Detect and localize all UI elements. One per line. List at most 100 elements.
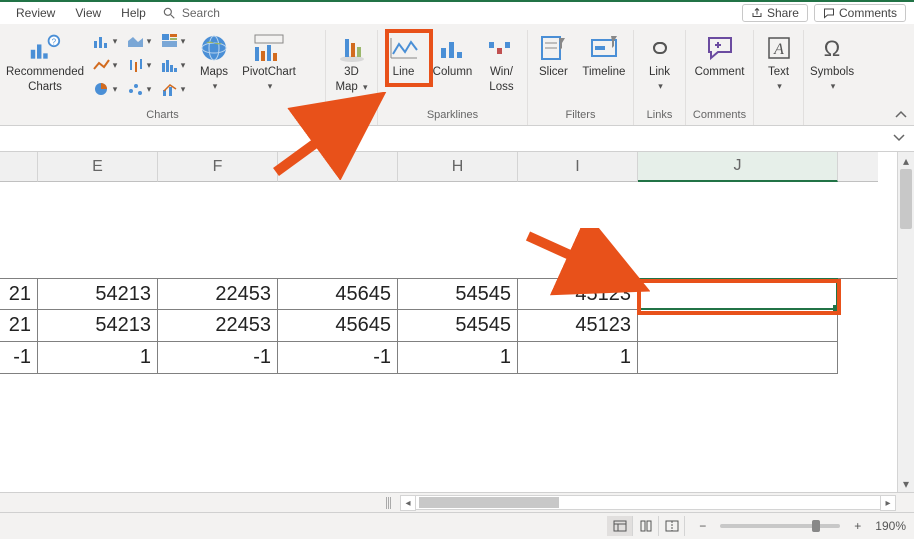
cell[interactable] [838,342,878,374]
view-buttons [607,516,685,536]
chart-pie-button[interactable]: ▾ [90,78,120,100]
empty-row [0,246,914,278]
collapse-ribbon-button[interactable] [894,109,908,121]
chart-bar-button[interactable]: ▾ [90,30,120,52]
cell[interactable]: 45123 [518,279,638,310]
chart-gallery-col1: ▾ ▾ ▾ [90,30,120,100]
link-icon [644,32,676,64]
chart-combo-button[interactable]: ▾ [158,78,188,100]
cell[interactable]: -1 [158,342,278,374]
column-headers: E F G H I J [0,152,914,182]
worksheet-grid[interactable]: E F G H I J [0,152,914,492]
chart-gallery-col3: ▾ ▾ ▾ [158,30,188,100]
slicer-icon [537,32,569,64]
cell[interactable] [838,279,878,310]
pivotchart-button[interactable]: PivotChart ▾ [240,30,298,94]
tab-help[interactable]: Help [111,3,156,23]
tab-review[interactable]: Review [6,3,65,23]
cell[interactable]: 22453 [158,310,278,342]
zoom-in-button[interactable]: + [850,519,865,533]
cell[interactable] [638,342,838,374]
chart-area-button[interactable]: ▾ [124,30,154,52]
cell[interactable]: 21 [0,279,38,310]
recommended-charts-button[interactable]: ? Recommended Charts [4,30,86,96]
cell[interactable]: 45645 [278,310,398,342]
empty-row [0,214,914,246]
hscroll-right-button[interactable]: ▸ [880,495,896,511]
symbols-label: Symbols [810,66,854,79]
col-header-F[interactable]: F [158,152,278,182]
zoom-slider[interactable] [720,524,840,528]
pivotchart-icon [253,32,285,64]
sparkline-column-button[interactable]: Column [429,30,476,81]
comments-button[interactable]: Comments [814,4,906,22]
sparkline-line-button[interactable]: Line [382,30,425,81]
cell[interactable]: 54545 [398,279,518,310]
cell[interactable]: 1 [518,342,638,374]
3d-map-button[interactable]: 3D Map ▾ [330,30,373,96]
zoom-level[interactable]: 190% [875,519,906,533]
hscroll-track[interactable] [400,495,896,510]
cell[interactable]: 54545 [398,310,518,342]
chart-hierarchy-button[interactable]: ▾ [158,30,188,52]
chart-scatter-button[interactable]: ▾ [124,78,154,100]
chart-histogram-button[interactable]: ▾ [158,54,188,76]
horizontal-scrollbar[interactable]: ◂ ▸ [0,492,914,512]
tab-view[interactable]: View [65,3,111,23]
view-page-layout-button[interactable] [633,516,659,536]
view-page-break-button[interactable] [659,516,685,536]
scroll-thumb[interactable] [900,169,912,229]
cell-selected[interactable] [638,279,838,310]
zoom-slider-knob[interactable] [812,520,820,532]
search-box[interactable]: Search [156,6,220,20]
col-header-J[interactable]: J [638,152,838,182]
cell[interactable]: 22453 [158,279,278,310]
cell[interactable]: 1 [38,342,158,374]
col-header-E[interactable]: E [38,152,158,182]
cell[interactable]: -1 [0,342,38,374]
scroll-track[interactable] [898,169,914,475]
link-button[interactable]: Link ▾ [638,30,681,94]
slicer-label: Slicer [539,66,568,79]
chart-line-button[interactable]: ▾ [90,54,120,76]
hscroll-left-button[interactable]: ◂ [400,495,416,511]
slicer-button[interactable]: Slicer [532,30,575,81]
group-links-label: Links [638,109,681,123]
col-header-I[interactable]: I [518,152,638,182]
text-button[interactable]: A Text ▾ [758,30,799,94]
cell[interactable]: -1 [278,342,398,374]
view-normal-button[interactable] [607,516,633,536]
scroll-up-button[interactable]: ▴ [898,152,914,169]
cell[interactable]: 45645 [278,279,398,310]
cell[interactable] [838,310,878,342]
col-header-tail[interactable] [838,152,878,182]
pivotchart-label: PivotChart [242,66,296,79]
expand-formula-bar-button[interactable] [892,131,906,143]
col-header-G[interactable]: G [278,152,398,182]
chevron-down-icon: ▾ [181,36,186,47]
col-header-stub[interactable] [0,152,38,182]
new-comment-button[interactable]: Comment [690,30,749,81]
hscroll-splitter[interactable] [386,497,391,509]
hscroll-thumb[interactable] [419,497,559,508]
cell[interactable] [638,310,838,342]
charts-dialog-launcher[interactable]: ↘ [310,110,322,122]
chevron-down-icon: ▾ [113,36,118,47]
maps-button[interactable]: Maps ▾ [192,30,236,94]
vertical-scrollbar[interactable]: ▴ ▾ [897,152,914,492]
cell[interactable]: 21 [0,310,38,342]
scroll-down-button[interactable]: ▾ [898,475,914,492]
cell[interactable]: 45123 [518,310,638,342]
chart-stock-button[interactable]: ▾ [124,54,154,76]
col-header-H[interactable]: H [398,152,518,182]
cell[interactable]: 54213 [38,279,158,310]
group-comments-label: Comments [690,109,749,123]
sparkline-winloss-button[interactable]: Win/ Loss [480,30,523,96]
timeline-button[interactable]: Timeline [579,30,629,81]
zoom-out-button[interactable]: − [695,519,710,533]
symbols-button[interactable]: Ω Symbols ▾ [808,30,856,94]
cell[interactable]: 54213 [38,310,158,342]
group-charts-label: Charts [4,109,321,123]
cell[interactable]: 1 [398,342,518,374]
share-button[interactable]: Share [742,4,808,22]
